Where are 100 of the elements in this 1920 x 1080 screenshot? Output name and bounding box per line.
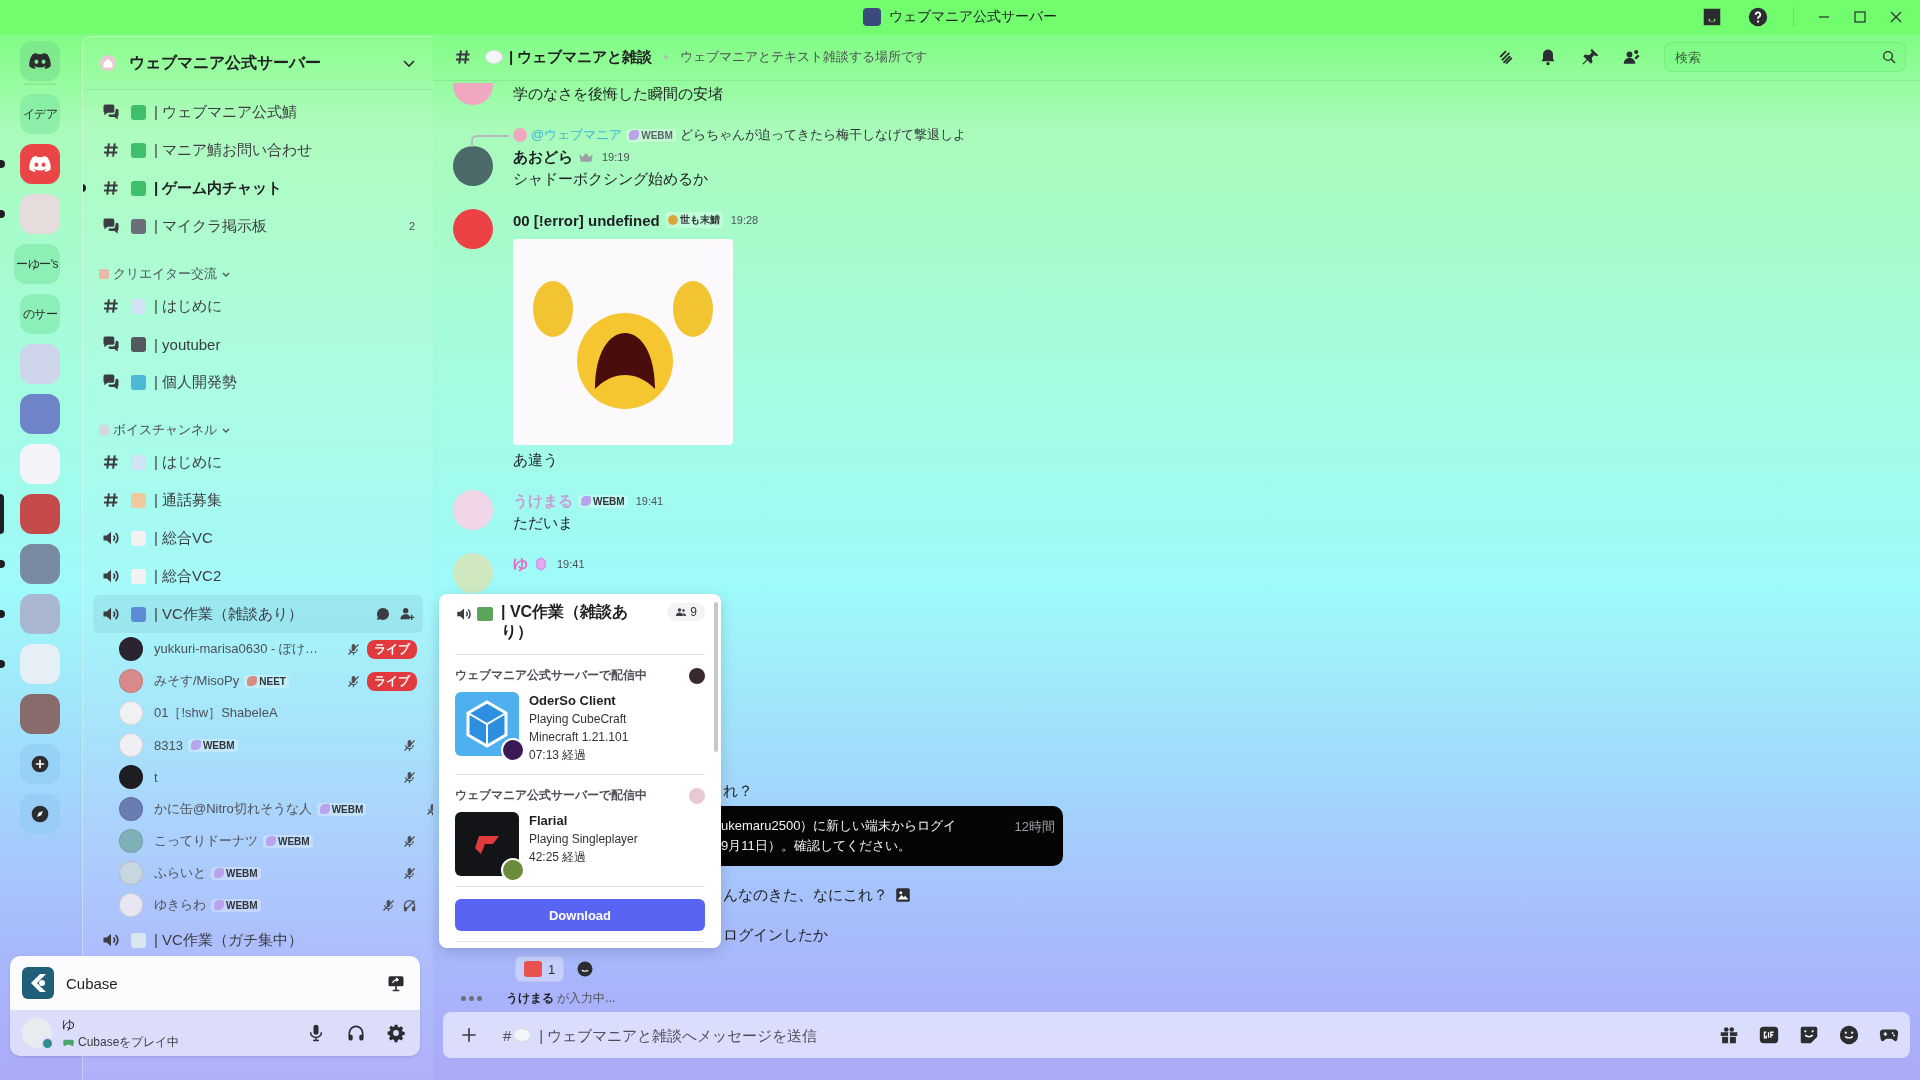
avatar — [513, 128, 527, 142]
server-item[interactable]: イデア — [0, 89, 60, 139]
author-name[interactable]: あおどら — [513, 147, 573, 167]
forum-icon — [101, 216, 121, 236]
channel-item[interactable]: | マイクラ掲示板 2 — [93, 207, 423, 245]
hashtag-icon — [101, 490, 121, 510]
channel-item[interactable]: | マニア鯖お問い合わせ — [93, 131, 423, 169]
voice-user-name[interactable]: 01［!shw］ShabeleA — [154, 704, 278, 722]
voice-user-name[interactable]: yukkuri-marisa0630 - ぽけ… — [154, 640, 318, 658]
reaction-chip[interactable]: 1 — [515, 956, 565, 982]
avatar — [119, 797, 143, 821]
emoji-icon[interactable] — [1838, 1024, 1860, 1046]
channel-item[interactable]: | 総合VC — [93, 519, 423, 557]
live-badge: ライブ — [367, 671, 417, 691]
live-badge: ライブ — [367, 639, 417, 659]
app-logo-icon — [22, 967, 54, 999]
pin-icon[interactable] — [1580, 47, 1600, 67]
category-toggle[interactable]: ボイスチャンネル — [93, 417, 423, 443]
forum-icon — [101, 372, 121, 392]
server-item[interactable]: ーゆー's — [0, 239, 60, 289]
help-icon[interactable] — [1747, 6, 1769, 28]
server-indicator — [0, 210, 5, 218]
status-dot — [41, 1037, 54, 1050]
window-title: ウェブマニア公式サーバー — [889, 8, 1057, 26]
hash-symbol: # — [503, 1026, 512, 1044]
voice-user-name[interactable]: こってりドーナツ — [154, 832, 258, 850]
game-name: OderSo Client — [529, 692, 617, 710]
people-icon — [675, 606, 688, 618]
maximize-icon[interactable] — [1853, 10, 1867, 24]
emoji-icon — [524, 961, 542, 977]
emoji-icon — [131, 104, 146, 120]
server-item[interactable]: のサー — [0, 289, 60, 339]
channel-item[interactable]: | 通話募集 — [93, 481, 423, 519]
scrollbar[interactable] — [714, 602, 718, 752]
elapsed-time: 07:13 経過 — [529, 747, 588, 764]
server-text-icon: イデア — [20, 94, 60, 134]
server-icon-placeholder — [20, 394, 60, 434]
chat-bubble-icon[interactable] — [375, 606, 391, 622]
message-text: んなのきた、なにこれ？ — [723, 885, 888, 905]
avatar — [453, 146, 493, 186]
search-input[interactable]: 検索 — [1673, 48, 1881, 66]
channel-item[interactable]: | 総合VC2 — [93, 557, 423, 595]
server-indicator — [0, 660, 5, 668]
message-text: シャドーボクシング始めるか — [513, 169, 708, 189]
server-indicator — [0, 610, 5, 618]
timestamp: 19:19 — [602, 151, 630, 163]
plus-icon[interactable] — [459, 1025, 479, 1045]
category-toggle[interactable]: クリエイター交流 — [93, 261, 423, 287]
avatar — [453, 490, 493, 530]
channel-item[interactable]: | ゲーム内チャット — [93, 169, 423, 207]
game-name: Flarial — [529, 812, 569, 830]
voice-user-name[interactable]: ゆきらわ — [154, 896, 206, 914]
server-header[interactable]: ウェブマニア公式サーバー — [83, 37, 433, 90]
sticker-icon[interactable] — [1798, 1024, 1820, 1046]
avatar — [119, 861, 143, 885]
inbox-icon[interactable] — [1701, 6, 1723, 28]
unread-count: 2 — [408, 220, 415, 232]
voice-user-name[interactable]: かに缶@Nitro切れそうな人 — [154, 800, 312, 818]
voice-user-name[interactable]: 8313 — [154, 737, 183, 753]
avatar[interactable] — [22, 1018, 52, 1048]
emoji-icon — [131, 374, 146, 390]
channel-item[interactable]: | VC作業（雑談あり） — [93, 595, 423, 633]
hashtag-icon — [101, 296, 121, 316]
forum-icon — [101, 334, 121, 354]
author-name[interactable]: 00 [!error] undefined — [513, 211, 660, 229]
avatar — [453, 83, 493, 105]
add-reaction-icon[interactable] — [576, 960, 595, 978]
voice-user-name[interactable]: ふらいと — [154, 864, 206, 882]
close-icon[interactable] — [1889, 10, 1903, 24]
message-input[interactable]: | ウェブマニアと雑談へメッセージを送信 — [537, 1025, 1718, 1045]
server-indicator — [0, 560, 5, 568]
channel-item[interactable]: | 個人開発勢 — [93, 363, 423, 401]
unread-indicator — [83, 184, 86, 192]
member-count-number: 9 — [690, 605, 697, 619]
channel-item[interactable]: | youtuber — [93, 325, 423, 363]
voice-user-name[interactable]: みそす/MisoPy — [154, 672, 240, 690]
voice-user-name[interactable]: t — [154, 769, 158, 785]
add-user-icon[interactable] — [399, 606, 415, 622]
settings-icon[interactable] — [386, 1023, 406, 1043]
server-tag: 世も末鯖 — [664, 212, 723, 228]
gif-icon[interactable] — [1758, 1024, 1780, 1046]
reply-text[interactable]: どらちゃんが迫ってきたら梅干しなげて撃退しよ — [679, 126, 966, 144]
sticker-image[interactable] — [513, 239, 733, 445]
channel-item[interactable]: | はじめに — [93, 443, 423, 481]
timestamp: 19:41 — [635, 495, 664, 507]
download-button[interactable]: Download — [455, 899, 705, 931]
message-composer[interactable]: # | ウェブマニアと雑談へメッセージを送信 — [443, 1012, 1910, 1058]
channel-item[interactable]: | はじめに — [93, 287, 423, 325]
channel-item[interactable]: | VC作業（ガチ集中） — [93, 921, 423, 959]
screen-share-icon[interactable] — [386, 973, 406, 993]
stream-server-label: ウェブマニア公式サーバーで配信中 — [455, 667, 647, 684]
server-tag: WEBM — [211, 898, 261, 912]
channel-item[interactable]: | ウェブマニア公式鯖 — [93, 93, 423, 131]
members-icon[interactable] — [1622, 47, 1642, 67]
search-field[interactable]: 検索 — [1664, 42, 1906, 72]
search-icon — [1881, 49, 1897, 65]
headphones-icon[interactable] — [346, 1023, 366, 1043]
gift-icon[interactable] — [1718, 1024, 1740, 1046]
emoji-icon — [131, 568, 146, 584]
emoji-icon — [131, 454, 146, 470]
